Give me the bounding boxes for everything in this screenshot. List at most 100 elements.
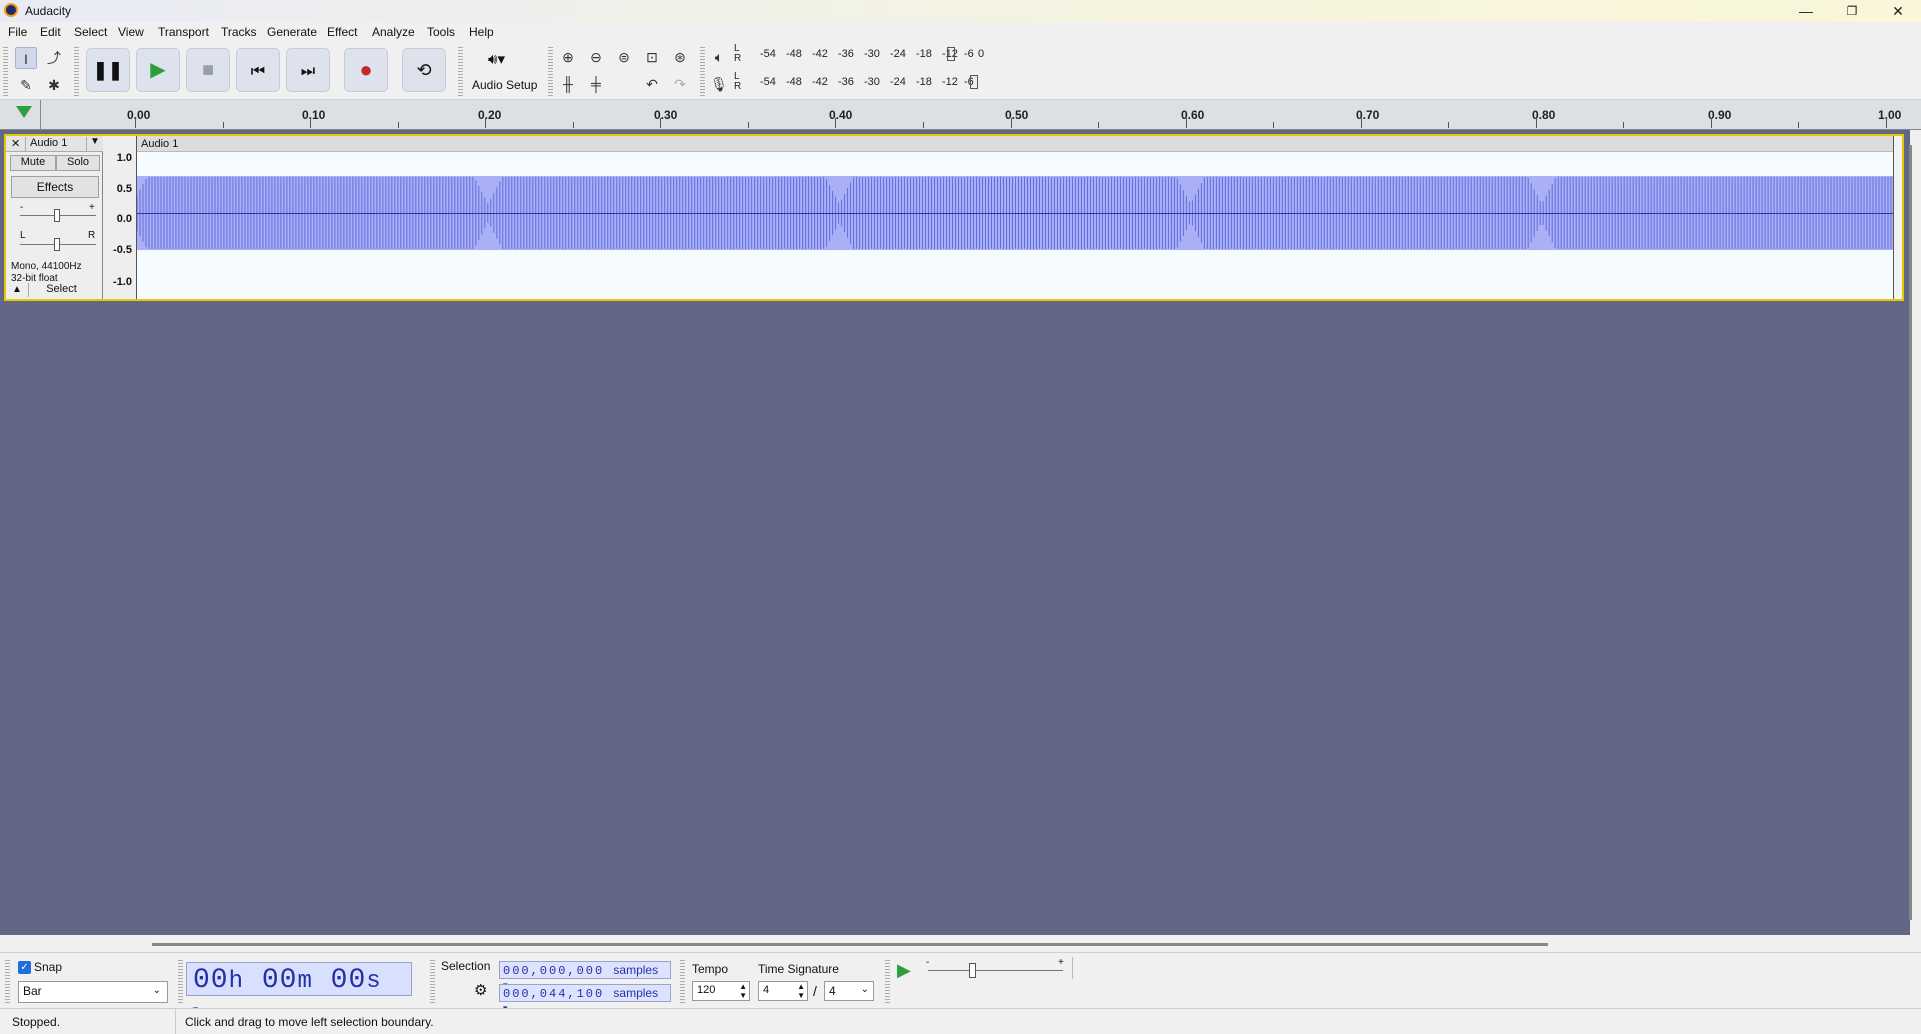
record-button[interactable]: ● bbox=[344, 48, 388, 92]
menu-edit[interactable]: Edit bbox=[40, 25, 61, 39]
play-button[interactable]: ▶ bbox=[136, 48, 180, 92]
record-meter[interactable]: -54 -48 -42 -36 -30 -24 -18 -12 -6 bbox=[744, 75, 984, 92]
zoom-in-icon[interactable]: ⊕ bbox=[557, 46, 579, 68]
pause-icon: ❚❚ bbox=[92, 60, 124, 80]
snap-checkbox[interactable]: ✓ bbox=[18, 961, 31, 974]
zoom-out-icon[interactable]: ⊖ bbox=[585, 46, 607, 68]
clip-title-bar[interactable]: Audio 1 bbox=[137, 136, 1893, 152]
speaker-icon: 🔊︎▾ bbox=[488, 51, 505, 68]
maximize-button[interactable]: ❐ bbox=[1829, 0, 1875, 22]
stepper-arrows-icon[interactable]: ▲ ▼ bbox=[739, 982, 747, 1000]
selection-start-field[interactable]: 000,000,000 samples ▾ bbox=[499, 961, 671, 990]
audio-setup-button[interactable]: 🔊︎▾ Audio Setup bbox=[470, 46, 540, 96]
menu-analyze[interactable]: Analyze bbox=[372, 25, 415, 39]
fit-project-icon[interactable]: ⊡ bbox=[641, 46, 663, 68]
menu-select[interactable]: Select bbox=[74, 25, 107, 39]
toolbar-grip[interactable] bbox=[700, 46, 705, 96]
draw-tool-icon[interactable]: ✎ bbox=[15, 74, 37, 96]
track-menu-chevron-icon[interactable]: ▼ bbox=[90, 136, 100, 147]
waveform-center-line bbox=[137, 213, 1893, 214]
menu-file[interactable]: File bbox=[8, 25, 27, 39]
toolbar-grip[interactable] bbox=[548, 46, 553, 96]
fit-selection-icon[interactable]: ⊜ bbox=[613, 46, 635, 68]
audio-clip[interactable]: Audio 1 bbox=[137, 136, 1894, 299]
ruler-tick bbox=[1535, 118, 1537, 128]
trim-audio-icon[interactable]: ╫ bbox=[557, 73, 579, 95]
tempo-label: Tempo bbox=[692, 962, 729, 976]
undo-icon[interactable]: ↶ bbox=[641, 73, 663, 95]
toolbar-grip[interactable] bbox=[885, 959, 890, 1003]
meter-tick: -30 bbox=[864, 76, 880, 88]
stepper-arrows-icon[interactable]: ▲ ▼ bbox=[797, 982, 805, 1000]
skip-to-start-button[interactable]: ⏮ bbox=[236, 48, 280, 92]
menu-view[interactable]: View bbox=[118, 25, 144, 39]
horizontal-scrollbar[interactable] bbox=[152, 943, 1548, 946]
toolbar-area: I ⤴ ✎ ✱ ❚❚ ▶ ■ ⏮ ⏭ ● ⟲ 🔊︎▾ Audio Setup ⊕… bbox=[0, 42, 1921, 100]
play-at-speed-button[interactable]: ▶ bbox=[897, 960, 911, 981]
toolbar-grip[interactable] bbox=[5, 959, 10, 1003]
mute-button[interactable]: Mute bbox=[10, 155, 56, 171]
meter-slider-thumb[interactable] bbox=[947, 47, 955, 61]
vertical-scrollbar[interactable] bbox=[1909, 145, 1912, 920]
time-display[interactable]: 00h 00m 00s ▾ bbox=[186, 962, 412, 1017]
time-signature-numerator[interactable]: 4 ▲ ▼ bbox=[758, 981, 808, 1001]
playback-meter-speaker-icon[interactable]: 🔈︎ bbox=[708, 46, 730, 68]
meter-tick: -54 bbox=[760, 48, 776, 60]
multi-tool-icon[interactable]: ✱ bbox=[43, 74, 65, 96]
menu-tools[interactable]: Tools bbox=[427, 25, 455, 39]
toolbar-grip[interactable] bbox=[680, 959, 685, 1003]
amplitude-ruler[interactable]: 1.0 0.5 0.0 -0.5 -1.0 bbox=[103, 136, 137, 299]
ruler-label: 0.10 bbox=[302, 108, 326, 122]
menu-tracks[interactable]: Tracks bbox=[221, 25, 257, 39]
stop-icon: ■ bbox=[201, 59, 215, 81]
track-select-button[interactable]: Select bbox=[28, 283, 94, 297]
ruler-tick bbox=[1710, 118, 1712, 128]
selection-end-field[interactable]: 000,044,100 samples ▾ bbox=[499, 984, 671, 1013]
playback-speed-slider[interactable] bbox=[928, 970, 1063, 971]
snap-dropdown[interactable]: Bar ⌄ bbox=[18, 981, 168, 1003]
redo-icon[interactable]: ↷ bbox=[669, 73, 691, 95]
play-head-icon[interactable] bbox=[16, 106, 32, 118]
toolbar-grip[interactable] bbox=[3, 46, 8, 96]
menu-effect[interactable]: Effect bbox=[327, 25, 357, 39]
playback-meter[interactable]: -54 -48 -42 -36 -30 -24 -18 -12 -6 0 bbox=[744, 47, 984, 64]
collapse-track-button[interactable]: ▲ bbox=[12, 284, 22, 295]
chevron-down-icon: ⌄ bbox=[152, 985, 161, 996]
track-close-button[interactable]: ✕ bbox=[11, 137, 20, 150]
effects-button[interactable]: Effects bbox=[11, 176, 99, 198]
meter-slider-thumb[interactable] bbox=[970, 75, 978, 89]
skip-to-end-button[interactable]: ⏭ bbox=[286, 48, 330, 92]
record-meter-mic-icon[interactable]: 🎙︎ bbox=[708, 73, 730, 95]
stop-button[interactable]: ■ bbox=[186, 48, 230, 92]
tempo-stepper[interactable]: 120 ▲ ▼ bbox=[692, 981, 750, 1001]
selection-tool-icon[interactable]: I bbox=[15, 47, 37, 69]
zoom-toggle-icon[interactable]: ⊛ bbox=[669, 46, 691, 68]
silence-audio-icon[interactable]: ╪ bbox=[585, 73, 607, 95]
toolbar-grip[interactable] bbox=[430, 959, 435, 1003]
timeline-ruler[interactable]: 0.00 0.10 0.20 0.30 0.40 0.50 0.60 0.70 … bbox=[0, 100, 1921, 130]
gain-slider-thumb[interactable] bbox=[54, 209, 60, 222]
pause-button[interactable]: ❚❚ bbox=[86, 48, 130, 92]
ruler-tick bbox=[835, 118, 837, 128]
track-name-menu[interactable]: Audio 1 bbox=[25, 137, 87, 151]
envelope-tool-icon[interactable]: ⤴ bbox=[43, 47, 65, 69]
speed-slider-thumb[interactable] bbox=[969, 963, 976, 978]
selection-settings-gear-icon[interactable]: ⚙ bbox=[474, 981, 487, 999]
audio-track[interactable]: ✕ Audio 1 ▼ Mute Solo Effects - + L R Mo… bbox=[4, 134, 1904, 301]
time-signature-denominator[interactable]: 4 ⌄ bbox=[824, 981, 874, 1001]
menu-generate[interactable]: Generate bbox=[267, 25, 317, 39]
track-area[interactable]: ✕ Audio 1 ▼ Mute Solo Effects - + L R Mo… bbox=[0, 130, 1910, 935]
menu-transport[interactable]: Transport bbox=[158, 25, 209, 39]
pan-slider-thumb[interactable] bbox=[54, 238, 60, 251]
status-hint: Click and drag to move left selection bo… bbox=[185, 1015, 434, 1029]
toolbar-grip[interactable] bbox=[458, 46, 463, 96]
toolbar-grip[interactable] bbox=[74, 46, 79, 96]
toolbar-grip[interactable] bbox=[178, 959, 183, 1003]
time-sig-separator: / bbox=[813, 983, 817, 999]
ruler-tick bbox=[1798, 122, 1800, 128]
minimize-button[interactable]: — bbox=[1783, 0, 1829, 22]
solo-button[interactable]: Solo bbox=[56, 155, 100, 171]
close-button[interactable]: ✕ bbox=[1875, 0, 1921, 22]
loop-button[interactable]: ⟲ bbox=[402, 48, 446, 92]
menu-help[interactable]: Help bbox=[469, 25, 494, 39]
